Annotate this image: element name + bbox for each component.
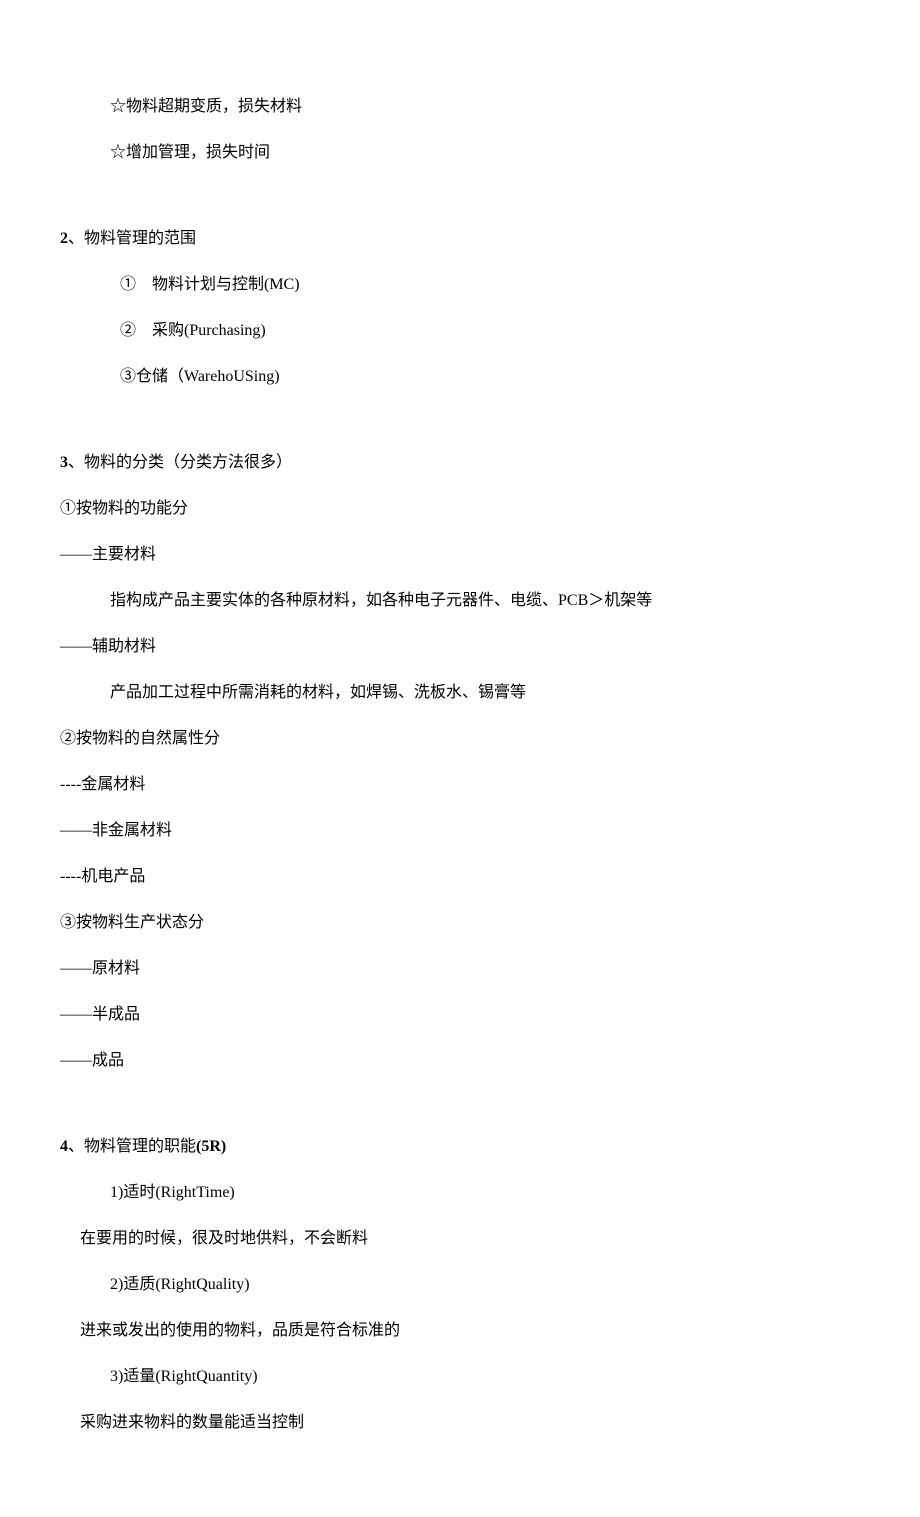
section-4-number: 4 bbox=[60, 1138, 68, 1155]
section-3-number: 3 bbox=[60, 454, 68, 471]
intro-line-1: ☆物料超期变质，损失材料 bbox=[60, 95, 860, 119]
spacer bbox=[60, 1095, 860, 1135]
section-3-sub1-a: ——主要材料 bbox=[60, 543, 860, 567]
section-4-r2-desc: 进来或发出的使用的物料，品质是符合标准的 bbox=[60, 1319, 860, 1343]
section-3-sub1-a-desc: 指构成产品主要实体的各种原材料，如各种电子元器件、电缆、PCB＞机架等 bbox=[60, 589, 860, 613]
section-4-r1-desc: 在要用的时候，很及时地供料，不会断料 bbox=[60, 1227, 860, 1251]
section-4-r3-desc: 采购进来物料的数量能适当控制 bbox=[60, 1411, 860, 1435]
section-4-r1: 1)适时(RightTime) bbox=[60, 1181, 860, 1205]
section-2-title: 、物料管理的范围 bbox=[68, 230, 196, 247]
section-4-r2: 2)适质(RightQuality) bbox=[60, 1273, 860, 1297]
section-3-sub2-b: ——非金属材料 bbox=[60, 819, 860, 843]
section-3-sub1-b: ——辅助材料 bbox=[60, 635, 860, 659]
section-2-item-1: ① 物料计划与控制(MC) bbox=[60, 273, 860, 297]
section-3-title: 、物料的分类（分类方法很多） bbox=[68, 454, 292, 471]
section-3-sub3-b: ——半成品 bbox=[60, 1003, 860, 1027]
section-4-title-a: 、物料管理的职能 bbox=[68, 1138, 196, 1155]
section-3-heading: 3、物料的分类（分类方法很多） bbox=[60, 451, 860, 475]
section-3-sub2-a: ----金属材料 bbox=[60, 773, 860, 797]
section-4-title-b: (5R) bbox=[196, 1138, 226, 1155]
section-3-sub2-c: ----机电产品 bbox=[60, 865, 860, 889]
section-3-sub1: ①按物料的功能分 bbox=[60, 497, 860, 521]
section-2-item-2: ② 采购(Purchasing) bbox=[60, 319, 860, 343]
spacer bbox=[60, 411, 860, 451]
section-3-sub3-a: ——原材料 bbox=[60, 957, 860, 981]
section-2-number: 2 bbox=[60, 230, 68, 247]
section-2-heading: 2、物料管理的范围 bbox=[60, 227, 860, 251]
section-3-sub1-b-desc: 产品加工过程中所需消耗的材料，如焊锡、洗板水、锡膏等 bbox=[60, 681, 860, 705]
section-3-sub3-c: ——成品 bbox=[60, 1049, 860, 1073]
section-2-item-3: ③仓储（WarehoUSing) bbox=[60, 365, 860, 389]
section-4-r3: 3)适量(RightQuantity) bbox=[60, 1365, 860, 1389]
section-4-heading: 4、物料管理的职能(5R) bbox=[60, 1135, 860, 1159]
section-3-sub3: ③按物料生产状态分 bbox=[60, 911, 860, 935]
spacer bbox=[60, 187, 860, 227]
section-3-sub2: ②按物料的自然属性分 bbox=[60, 727, 860, 751]
intro-line-2: ☆增加管理，损失时间 bbox=[60, 141, 860, 165]
